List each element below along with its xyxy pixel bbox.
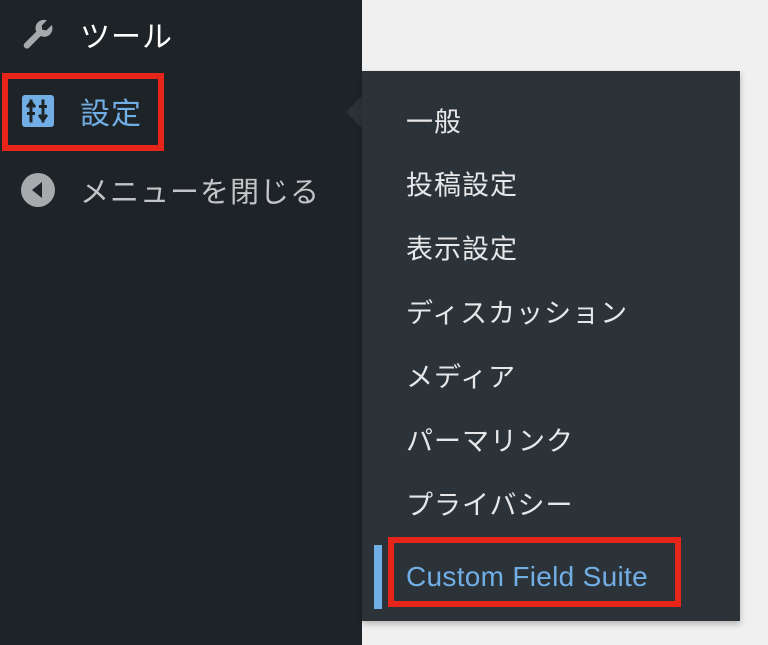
submenu-item-label: プライバシー — [406, 490, 574, 522]
current-item-indicator — [374, 545, 382, 609]
flyout-pointer — [346, 96, 362, 128]
admin-sidebar: ツール 設定 メニューを閉じる — [0, 0, 362, 645]
submenu-item-label: 投稿設定 — [406, 170, 518, 202]
submenu-item-label: Custom Field Suite — [406, 561, 648, 592]
sidebar-item-label: 設定 — [80, 97, 142, 132]
wrench-icon — [18, 14, 58, 54]
settings-sliders-icon — [18, 91, 58, 131]
submenu-item-general[interactable]: 一般 — [362, 89, 740, 151]
submenu-item-privacy[interactable]: プライバシー — [362, 472, 740, 534]
submenu-item-label: パーマリンク — [406, 426, 574, 458]
sidebar-item-settings[interactable]: 設定 — [0, 73, 362, 149]
submenu-item-reading[interactable]: 表示設定 — [362, 216, 740, 278]
submenu-item-label: ディスカッション — [406, 298, 629, 330]
submenu-item-label: メディア — [406, 362, 517, 394]
submenu-item-writing[interactable]: 投稿設定 — [362, 152, 740, 214]
sidebar-item-label: ツール — [80, 20, 173, 55]
sidebar-item-label: メニューを閉じる — [80, 175, 321, 209]
submenu-item-discussion[interactable]: ディスカッション — [362, 280, 740, 342]
submenu-item-label: 表示設定 — [406, 234, 518, 266]
submenu-item-label: 一般 — [406, 107, 462, 139]
collapse-menu-button[interactable]: メニューを閉じる — [0, 154, 362, 226]
submenu-item-custom-field-suite[interactable]: Custom Field Suite — [362, 537, 740, 617]
collapse-arrow-icon — [18, 170, 58, 210]
settings-submenu-flyout: 一般 投稿設定 表示設定 ディスカッション メディア パーマリンク プライバシー… — [362, 71, 740, 621]
submenu-item-media[interactable]: メディア — [362, 344, 740, 406]
submenu-item-permalinks[interactable]: パーマリンク — [362, 408, 740, 470]
sidebar-item-tools[interactable]: ツール — [0, 0, 362, 68]
